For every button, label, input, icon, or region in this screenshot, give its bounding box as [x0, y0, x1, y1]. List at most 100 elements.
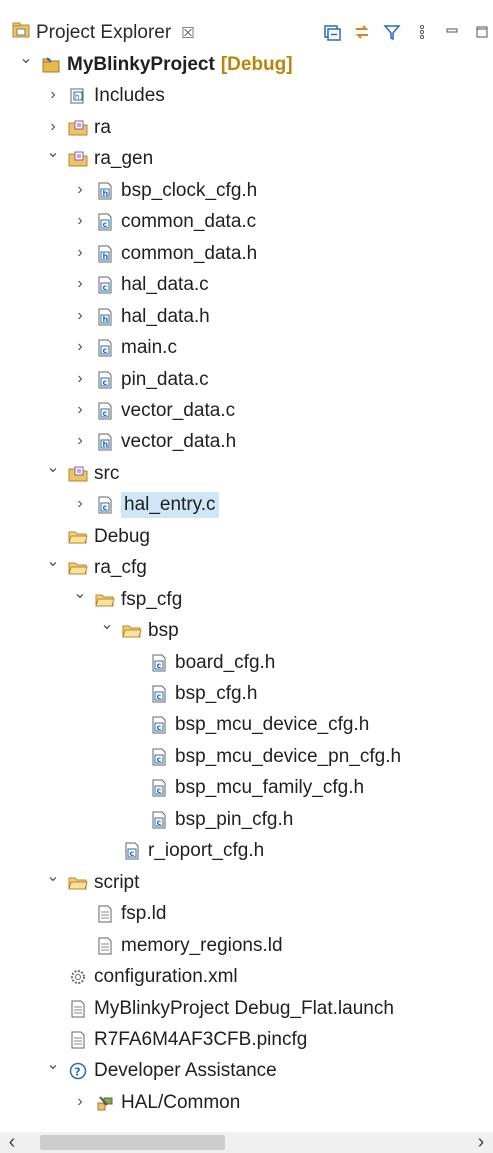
svg-text:c: c: [130, 849, 135, 858]
tree-item[interactable]: ⌄? Developer Assistance: [0, 1056, 493, 1086]
tree-item-label: r_ioport_cfg.h: [148, 840, 265, 862]
tree-item[interactable]: › h Includes: [0, 81, 493, 111]
filter-icon[interactable]: [383, 23, 401, 41]
tree-item[interactable]: R7FA6M4AF3CFB.pincfg: [0, 1025, 493, 1055]
tree-item-label: vector_data.c: [121, 399, 236, 421]
source-folder-icon: [68, 464, 88, 484]
c-file-icon: c: [149, 810, 169, 830]
tree-item-label: hal_data.c: [121, 274, 209, 296]
tree-item-label: ra: [94, 116, 111, 138]
horizontal-scrollbar[interactable]: ‹ ›: [0, 1132, 493, 1153]
svg-text:h: h: [103, 315, 109, 324]
tree-item[interactable]: c r_ioport_cfg.h: [0, 836, 493, 866]
chevron-right-icon[interactable]: ›: [72, 494, 88, 514]
tree-item[interactable]: › c main.c: [0, 333, 493, 363]
chevron-right-icon[interactable]: ›: [72, 211, 88, 231]
source-folder-icon: [68, 149, 88, 169]
minimize-icon[interactable]: [443, 23, 461, 41]
tree-item[interactable]: c bsp_pin_cfg.h: [0, 805, 493, 835]
tree-item[interactable]: › c hal_entry.c: [0, 490, 493, 520]
tree-item[interactable]: › h bsp_clock_cfg.h: [0, 176, 493, 206]
tree-item[interactable]: fsp.ld: [0, 899, 493, 929]
chevron-down-icon[interactable]: ⌄: [45, 142, 61, 162]
scroll-right-icon[interactable]: ›: [471, 1132, 491, 1153]
tab-project-explorer[interactable]: Project Explorer ☒: [12, 18, 195, 48]
chevron-right-icon[interactable]: ›: [72, 180, 88, 200]
tab-label: Project Explorer: [36, 22, 172, 43]
tree-item[interactable]: c bsp_mcu_family_cfg.h: [0, 773, 493, 803]
text-file-icon: [95, 904, 115, 924]
tree-item[interactable]: memory_regions.ld: [0, 931, 493, 961]
tree-item[interactable]: ⌄ ra_gen: [0, 144, 493, 174]
tree-item[interactable]: › c vector_data.c: [0, 396, 493, 426]
chevron-down-icon[interactable]: ⌄: [18, 48, 34, 68]
svg-text:c: c: [157, 723, 162, 732]
svg-text:c: c: [103, 220, 108, 229]
folder-icon: [68, 873, 88, 893]
tree-item-label: common_data.c: [121, 211, 257, 233]
tree-item[interactable]: ⌄ script: [0, 868, 493, 898]
c-file-icon: c: [149, 778, 169, 798]
tree-item[interactable]: › h hal_data.h: [0, 302, 493, 332]
svg-text:c: c: [103, 409, 108, 418]
maximize-icon[interactable]: [473, 23, 491, 41]
config-file-icon: [68, 967, 88, 987]
tree-item-label: Includes: [94, 85, 165, 107]
tree-item-label: HAL/Common: [121, 1091, 241, 1113]
chevron-down-icon[interactable]: ⌄: [72, 583, 88, 603]
chevron-right-icon[interactable]: ›: [72, 337, 88, 357]
chevron-right-icon[interactable]: ›: [72, 274, 88, 294]
tree-item[interactable]: ⌄ bsp: [0, 616, 493, 646]
chevron-right-icon[interactable]: ›: [72, 431, 88, 451]
chevron-down-icon[interactable]: ⌄: [45, 1054, 61, 1074]
chevron-down-icon[interactable]: ⌄: [45, 866, 61, 886]
tree-item[interactable]: ⌄ fsp_cfg: [0, 585, 493, 615]
chevron-right-icon[interactable]: ›: [72, 369, 88, 389]
tree-item-label: script: [94, 871, 140, 893]
tree-item-label: pin_data.c: [121, 368, 209, 390]
tree-item-label: memory_regions.ld: [121, 934, 283, 956]
includes-icon: h: [68, 86, 88, 106]
chevron-right-icon[interactable]: ›: [72, 1092, 88, 1112]
tree-item-label: bsp_mcu_device_cfg.h: [175, 714, 370, 736]
svg-text:c: c: [103, 378, 108, 387]
tree-item[interactable]: configuration.xml: [0, 962, 493, 992]
c-file-icon: c: [149, 747, 169, 767]
chevron-down-icon[interactable]: ⌄: [99, 614, 115, 634]
tree-item-label: main.c: [121, 337, 177, 359]
scrollbar-thumb[interactable]: [40, 1135, 225, 1150]
tab-close-icon[interactable]: ☒: [181, 24, 194, 42]
tree-item[interactable]: › ra: [0, 113, 493, 143]
tree-item[interactable]: ⌄ src: [0, 459, 493, 489]
scroll-left-icon[interactable]: ‹: [2, 1132, 22, 1153]
link-with-editor-icon[interactable]: [353, 23, 371, 41]
tree-item[interactable]: › HAL/Common: [0, 1088, 493, 1118]
chevron-right-icon[interactable]: ›: [45, 85, 61, 105]
tree-item[interactable]: c board_cfg.h: [0, 648, 493, 678]
chevron-right-icon[interactable]: ›: [72, 400, 88, 420]
svg-text:c: c: [157, 786, 162, 795]
chevron-right-icon[interactable]: ›: [72, 243, 88, 263]
tree-item[interactable]: › c pin_data.c: [0, 365, 493, 395]
tree-item-label: bsp_mcu_family_cfg.h: [175, 777, 365, 799]
tree-item[interactable]: MyBlinkyProject Debug_Flat.launch: [0, 994, 493, 1024]
tree-item[interactable]: c bsp_cfg.h: [0, 679, 493, 709]
tree-item-label: board_cfg.h: [175, 651, 276, 673]
tree-item[interactable]: › c hal_data.c: [0, 270, 493, 300]
chevron-right-icon[interactable]: ›: [45, 117, 61, 137]
tree-item[interactable]: › c common_data.c: [0, 207, 493, 237]
collapse-all-icon[interactable]: [323, 23, 341, 41]
tree-item[interactable]: c bsp_mcu_device_cfg.h: [0, 710, 493, 740]
tree-item[interactable]: › h common_data.h: [0, 239, 493, 269]
tree-item[interactable]: c bsp_mcu_device_pn_cfg.h: [0, 742, 493, 772]
tree-item[interactable]: Debug: [0, 522, 493, 552]
view-menu-icon[interactable]: [413, 23, 431, 41]
tree-item[interactable]: › h vector_data.h: [0, 427, 493, 457]
tree-item[interactable]: ⌄ ra_cfg: [0, 553, 493, 583]
chevron-down-icon[interactable]: ⌄: [45, 457, 61, 477]
tree-item[interactable]: ⌄ MyBlinkyProject [Debug]: [0, 50, 493, 80]
chevron-down-icon[interactable]: ⌄: [45, 551, 61, 571]
view-toolbar: [323, 18, 491, 46]
chevron-right-icon[interactable]: ›: [72, 306, 88, 326]
folder-icon: [68, 527, 88, 547]
